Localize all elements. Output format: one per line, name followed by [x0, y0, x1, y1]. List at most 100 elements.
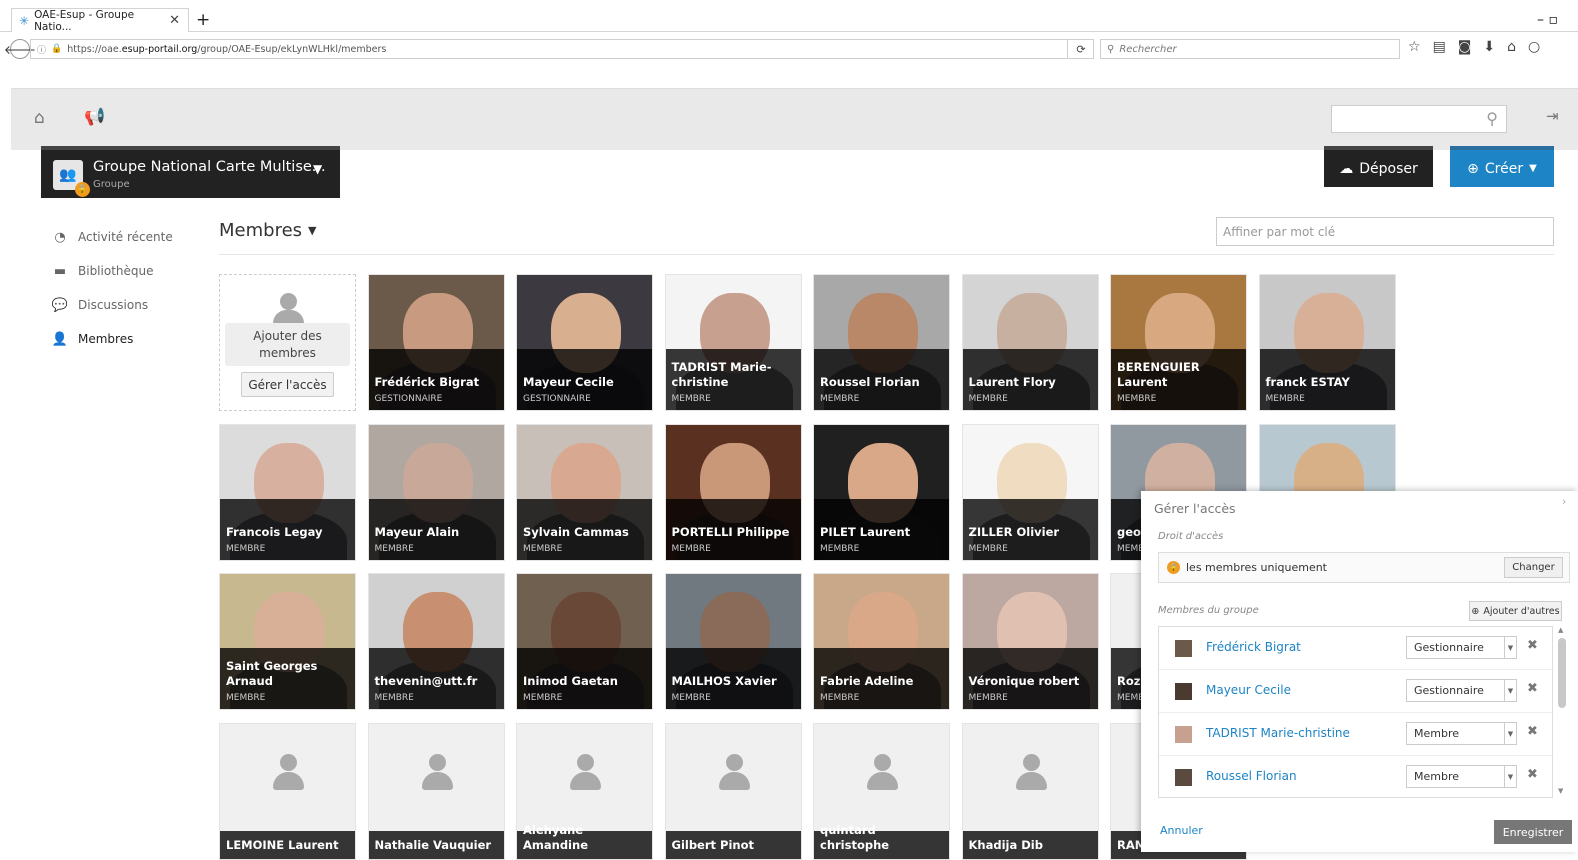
role-select[interactable]: Gestionnaire ▼ [1406, 679, 1517, 702]
browser-search-input[interactable]: ⚲ Rechercher [1100, 39, 1400, 59]
member-name[interactable]: Khadija Dib [969, 838, 1094, 853]
member-card[interactable]: Frédérick Bigrat GESTIONNAIRE [367, 274, 505, 411]
member-card[interactable]: Mayeur Alain MEMBRE [367, 423, 505, 561]
change-access-button[interactable]: Changer [1504, 557, 1563, 578]
member-card[interactable]: franck ESTAY MEMBRE [1258, 274, 1396, 411]
member-card[interactable]: Alehyane Amandine [516, 722, 653, 860]
role-select[interactable]: Membre ▼ [1406, 765, 1517, 788]
member-card[interactable]: Roussel Florian MEMBRE [813, 274, 950, 411]
bookmark-star-icon[interactable]: ☆ [1408, 39, 1421, 55]
member-card[interactable]: Gilbert Pinot [664, 722, 802, 860]
member-name[interactable]: Francois Legay [226, 525, 351, 540]
member-name[interactable]: Alehyane Amandine [523, 823, 648, 853]
member-name[interactable]: quintard christophe [820, 823, 945, 853]
save-button[interactable]: Enregistrer [1494, 820, 1572, 844]
cancel-button[interactable]: Annuler [1160, 824, 1203, 837]
member-card[interactable]: Véronique robert MEMBRE [961, 573, 1099, 710]
member-card[interactable]: Khadija Dib [961, 722, 1099, 860]
home-icon[interactable]: ⌂ [1507, 39, 1516, 55]
member-card[interactable]: BERENGUIER Laurent MEMBRE [1110, 274, 1247, 411]
sidebar-item-members[interactable]: 👤 Membres [51, 322, 211, 356]
sidebar-item-discussions[interactable]: 💬 Discussions [51, 288, 211, 322]
member-name[interactable]: Véronique robert [969, 674, 1094, 689]
remove-icon[interactable]: ✖ [1527, 767, 1538, 782]
member-card[interactable]: Nathalie Vauquier [367, 722, 505, 860]
member-name[interactable]: Inimod Gaetan [523, 674, 648, 689]
reading-list-icon[interactable]: ▤ [1433, 39, 1446, 55]
remove-icon[interactable]: ✖ [1527, 681, 1538, 696]
member-card[interactable]: LEMOINE Laurent [219, 722, 356, 860]
member-name[interactable]: LEMOINE Laurent [226, 838, 351, 853]
reload-icon[interactable]: ⟳ [1067, 39, 1094, 59]
search-icon[interactable]: ⚲ [1486, 109, 1498, 128]
member-name[interactable]: Gilbert Pinot [672, 838, 797, 853]
home-icon[interactable]: ⌂ [34, 108, 45, 128]
member-card[interactable]: Sylvain Cammas MEMBRE [516, 423, 653, 561]
app-search-input[interactable]: ⚲ [1331, 105, 1507, 133]
member-name[interactable]: TADRIST Marie-christine [672, 360, 797, 390]
member-card[interactable]: Saint Georges Arnaud MEMBRE [219, 573, 356, 710]
member-card[interactable]: Francois Legay MEMBRE [219, 423, 356, 561]
member-name[interactable]: Roussel Florian [820, 375, 945, 390]
member-name[interactable]: Sylvain Cammas [523, 525, 648, 540]
back-arrow-icon[interactable]: 🡐 [4, 39, 36, 59]
sidebar-item-library[interactable]: ▬ Bibliothèque [51, 254, 211, 288]
member-name[interactable]: ZILLER Olivier [969, 525, 1094, 540]
member-card[interactable]: TADRIST Marie-christine MEMBRE [664, 274, 802, 411]
role-select[interactable]: Gestionnaire ▼ [1406, 636, 1517, 659]
scroll-down-icon[interactable]: ▼ [1558, 787, 1563, 795]
members-title-dropdown[interactable]: Membres ▼ [219, 220, 317, 241]
notifications-megaphone-icon[interactable]: 📢 [84, 107, 105, 127]
address-bar[interactable]: ⓘ 🔒 https://oae.esup-portail.org/group/O… [30, 39, 1094, 59]
member-name[interactable]: Mayeur Cecile [523, 375, 648, 390]
new-tab-icon[interactable]: + [196, 10, 210, 30]
chat-icon[interactable]: ○ [1528, 39, 1540, 55]
member-name[interactable]: Nathalie Vauquier [375, 838, 500, 853]
add-members-button[interactable]: Ajouter des membres [225, 323, 350, 366]
member-name[interactable]: PILET Laurent [820, 525, 945, 540]
sign-out-icon[interactable]: ⇥ [1546, 107, 1559, 125]
create-button[interactable]: ⊕ Créer ▼ [1450, 146, 1554, 187]
member-card[interactable]: ZILLER Olivier MEMBRE [961, 423, 1099, 561]
minimize-icon[interactable]: – ▫ [1537, 12, 1558, 28]
browser-tab[interactable]: ✳ OAE-Esup - Groupe Natio... ✕ [11, 8, 189, 33]
member-link[interactable]: Mayeur Cecile [1206, 683, 1291, 697]
member-link[interactable]: Roussel Florian [1206, 769, 1297, 783]
member-name[interactable]: MAILHOS Xavier [672, 674, 797, 689]
member-card[interactable]: Mayeur Cecile GESTIONNAIRE [516, 274, 653, 411]
member-name[interactable]: Fabrie Adeline [820, 674, 945, 689]
scrollbar[interactable]: ▲ ▼ [1557, 626, 1567, 798]
member-name[interactable]: Mayeur Alain [375, 525, 500, 540]
member-card[interactable]: Inimod Gaetan MEMBRE [516, 573, 653, 710]
member-card[interactable]: quintard christophe [813, 722, 950, 860]
member-card[interactable]: MAILHOS Xavier MEMBRE [664, 573, 802, 710]
member-name[interactable]: Saint Georges Arnaud [226, 659, 351, 689]
scrollbar-thumb[interactable] [1558, 638, 1566, 708]
member-card[interactable]: Fabrie Adeline MEMBRE [813, 573, 950, 710]
member-name[interactable]: Laurent Flory [969, 375, 1094, 390]
manage-access-button[interactable]: Gérer l'accès [241, 372, 334, 397]
close-icon[interactable]: › [1562, 495, 1566, 508]
member-name[interactable]: BERENGUIER Laurent [1117, 360, 1242, 390]
member-card[interactable]: PILET Laurent MEMBRE [813, 423, 950, 561]
remove-icon[interactable]: ✖ [1527, 638, 1538, 653]
member-card[interactable]: PORTELLI Philippe MEMBRE [664, 423, 802, 561]
sidebar-item-recent-activity[interactable]: ◔ Activité récente [51, 220, 211, 254]
scroll-up-icon[interactable]: ▲ [1558, 626, 1563, 634]
role-select[interactable]: Membre ▼ [1406, 722, 1517, 745]
pocket-icon[interactable]: ◙ [1458, 39, 1472, 55]
member-name[interactable]: Frédérick Bigrat [375, 375, 500, 390]
member-link[interactable]: Frédérick Bigrat [1206, 640, 1301, 654]
member-name[interactable]: thevenin@utt.fr [375, 674, 500, 689]
upload-button[interactable]: ☁ Déposer [1324, 146, 1433, 187]
member-card[interactable]: thevenin@utt.fr MEMBRE [367, 573, 505, 710]
remove-icon[interactable]: ✖ [1527, 724, 1538, 739]
member-card[interactable]: Laurent Flory MEMBRE [961, 274, 1099, 411]
group-clip[interactable]: 👥 🔒 Groupe National Carte Multise... Gro… [41, 146, 340, 198]
close-tab-icon[interactable]: ✕ [169, 13, 180, 28]
filter-input[interactable]: Affiner par mot clé [1216, 217, 1554, 246]
member-name[interactable]: franck ESTAY [1266, 375, 1391, 390]
member-name[interactable]: PORTELLI Philippe [672, 525, 797, 540]
member-link[interactable]: TADRIST Marie-christine [1206, 726, 1350, 740]
download-icon[interactable]: ⬇ [1483, 39, 1495, 55]
